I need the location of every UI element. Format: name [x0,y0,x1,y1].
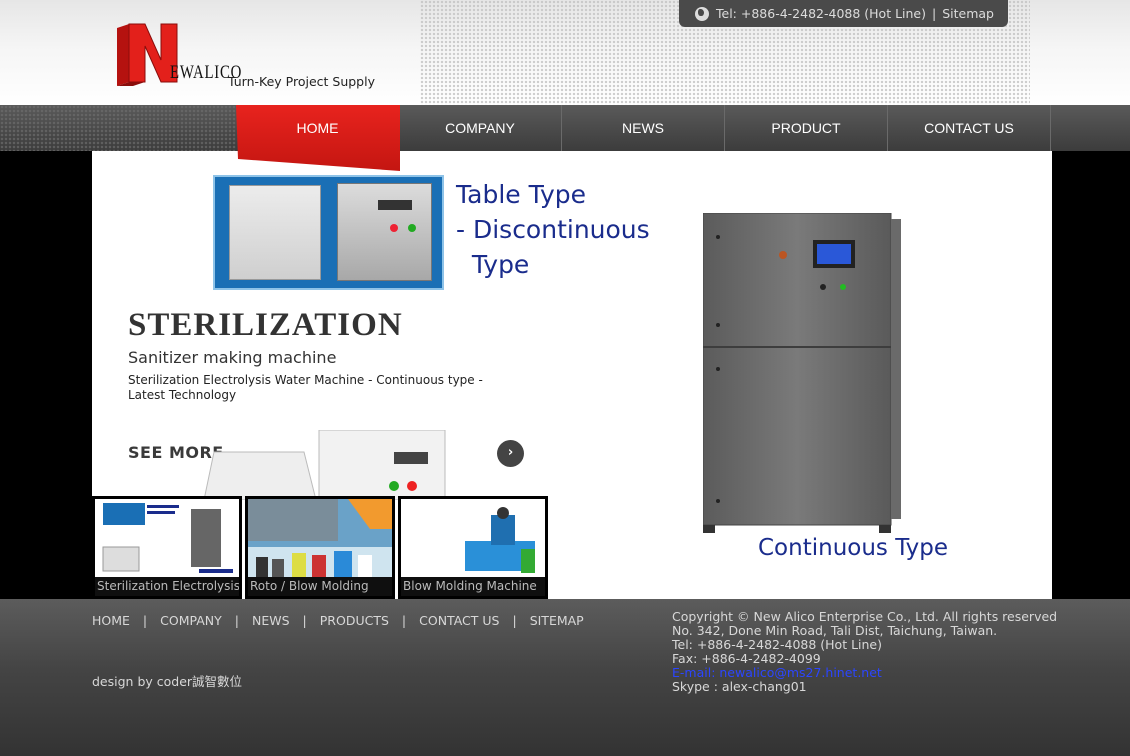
thumbnail-image [248,499,392,581]
nav-item-product[interactable]: PRODUCT [725,105,888,151]
design-credit[interactable]: design by coder誠智數位 [92,671,242,690]
thumbnail-caption: Blow Molding Machine [401,577,545,596]
table-type-label: Table Type - Discontinuous Type [456,180,650,279]
table-type-machine-photo [213,175,444,290]
footer-link-home[interactable]: HOME [92,613,130,628]
thumbnail-caption: Sterilization Electrolysis [95,577,239,596]
top-contact-bar: Tel: +886-4-2482-4088 (Hot Line) | Sitem… [679,0,1008,27]
footer-link-sitemap[interactable]: SITEMAP [530,613,584,628]
fax-text: Fax: +886-4-2482-4099 [672,651,821,666]
globe-icon [695,6,709,21]
company-info: Copyright © New Alico Enterprise Co., Lt… [672,610,1057,694]
address-text: No. 342, Done Min Road, Tali Dist, Taich… [672,623,998,638]
thumbnail-blow-molding-machine[interactable]: Blow Molding Machine [398,496,548,599]
thumbnail-caption: Roto / Blow Molding [248,577,392,596]
footer-link-company[interactable]: COMPANY [160,613,222,628]
thumbnail-roto-blow-molding[interactable]: Roto / Blow Molding [245,496,395,599]
nav-item-contact-us[interactable]: CONTACT US [888,105,1051,151]
banner-description: Sterilization Electrolysis Water Machine… [128,373,483,402]
email-link[interactable]: E-mail: newalico@ms27.hinet.net [672,666,1057,680]
tagline: Turn-Key Project Supply [228,74,375,89]
nav-item-company[interactable]: COMPANY [399,105,562,151]
banner-title: STERILIZATION [128,307,403,343]
continuous-type-machine-photo [703,213,901,533]
footer-nav: HOME | COMPANY | NEWS | PRODUCTS | CONTA… [92,613,584,628]
chevron-right-icon: › [507,445,514,460]
thumbnail-image [401,499,545,581]
bottom-machines-photo [204,430,446,500]
continuous-type-label: Continuous Type [758,535,949,561]
banner-subtitle: Sanitizer making machine [128,348,337,367]
skype-text: Skype : alex-chang01 [672,679,807,694]
hotline-tel: Tel: +886-4-2482-4088 (Hot Line) [716,5,926,21]
copyright-text: Copyright © New Alico Enterprise Co., Lt… [672,609,1058,624]
site-header: EWALICO Turn-Key Project Supply Tel: +88… [0,0,1130,105]
nav-item-news[interactable]: NEWS [562,105,725,151]
nav-list: HOME COMPANY NEWS PRODUCT CONTACT US [236,105,1051,151]
thumbnail-sterilization[interactable]: Sterilization Electrolysis [92,496,242,599]
tel-text: Tel: +886-4-2482-4088 (Hot Line) [672,637,882,652]
footer-link-products[interactable]: PRODUCTS [320,613,389,628]
next-slide-button[interactable]: › [497,440,524,467]
footer-link-news[interactable]: NEWS [252,613,290,628]
footer-link-contact-us[interactable]: CONTACT US [419,613,499,628]
sitemap-link[interactable]: Sitemap [942,1,994,27]
nav-item-home[interactable]: HOME [236,105,399,151]
thumbnail-image [95,499,239,581]
site-footer: HOME | COMPANY | NEWS | PRODUCTS | CONTA… [0,599,1130,756]
separator: | [932,5,937,21]
